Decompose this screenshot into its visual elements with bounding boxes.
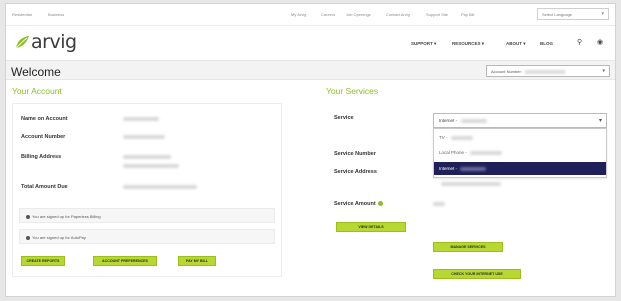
service-option-number-redacted bbox=[450, 135, 473, 140]
page-title: Welcome bbox=[11, 65, 61, 79]
total-amount-due-value-redacted bbox=[123, 185, 197, 189]
pay-my-bill-button[interactable]: PAY MY BILL bbox=[178, 256, 216, 266]
account-select-label: Account Number: bbox=[491, 69, 522, 74]
service-label: Service bbox=[334, 115, 354, 121]
service-select-value-redacted bbox=[461, 118, 488, 123]
billing-address-line1-redacted bbox=[123, 155, 171, 159]
service-option-label: Internet - bbox=[439, 166, 458, 171]
autopay-note: You are signed up for AutoPay bbox=[19, 229, 275, 244]
leaf-logo-icon bbox=[15, 36, 29, 49]
service-select-value: Internet - bbox=[439, 118, 458, 123]
billing-address-line2-redacted bbox=[123, 164, 179, 168]
service-option-label: Local Phone - bbox=[439, 150, 467, 155]
topbar-link-careers[interactable]: Careers bbox=[321, 12, 335, 17]
info-icon[interactable] bbox=[377, 201, 383, 207]
service-amount-value-redacted bbox=[433, 202, 445, 206]
nav-item-blog[interactable]: BLOG bbox=[540, 41, 553, 46]
billing-address-label: Billing Address bbox=[21, 154, 62, 160]
topbar-link-support-site[interactable]: Support Site bbox=[426, 12, 448, 17]
autopay-text: You are signed up for AutoPay bbox=[32, 235, 86, 240]
browser-page: Residential Business My Arvig Careers Jo… bbox=[5, 3, 616, 297]
total-amount-due-label: Total Amount Due bbox=[21, 184, 68, 190]
name-on-account-label: Name on Account bbox=[21, 116, 68, 122]
topbar-link-business[interactable]: Business bbox=[48, 12, 64, 17]
welcome-bar: Welcome Account Number: ▾ bbox=[6, 60, 615, 80]
paperless-billing-text: You are signed up for Paperless Billing bbox=[32, 214, 101, 219]
topbar-link-my-arvig[interactable]: My Arvig bbox=[291, 12, 306, 17]
topbar-link-residential[interactable]: Residential bbox=[12, 12, 32, 17]
service-number-label: Service Number bbox=[334, 151, 376, 157]
your-services-heading: Your Services bbox=[326, 86, 379, 96]
service-dropdown-menu: TV - Local Phone - Internet - bbox=[433, 128, 607, 178]
service-amount-label-text: Service Amount bbox=[334, 201, 376, 207]
paperless-billing-note: You are signed up for Paperless Billing bbox=[19, 208, 275, 223]
manage-services-button[interactable]: MANAGE SERVICES bbox=[433, 242, 503, 252]
nav-item-resources[interactable]: RESOURCES ▾ bbox=[452, 41, 484, 47]
logo-text: arvig bbox=[31, 31, 77, 53]
language-select-value: Select Language bbox=[542, 12, 573, 17]
topbar-link-pay-bill[interactable]: Pay Bill bbox=[461, 12, 474, 17]
account-number-value-redacted bbox=[123, 135, 165, 139]
account-number-label: Account Number bbox=[21, 134, 66, 140]
service-option-number-redacted bbox=[460, 166, 487, 171]
your-account-heading: Your Account bbox=[12, 86, 62, 96]
topbar-link-job-openings[interactable]: Job Openings bbox=[346, 12, 371, 17]
service-address-value-redacted bbox=[441, 182, 501, 186]
service-select[interactable]: Internet - ▾ bbox=[433, 113, 607, 128]
service-option-internet[interactable]: Internet - bbox=[434, 162, 606, 175]
service-option-tv[interactable]: TV - bbox=[434, 131, 606, 144]
site-header: arvig SUPPORT ▾ RESOURCES ▾ ABOUT ▾ BLOG… bbox=[6, 27, 615, 59]
info-icon bbox=[26, 214, 30, 219]
service-option-label: TV - bbox=[439, 135, 448, 140]
service-option-local-phone[interactable]: Local Phone - bbox=[434, 146, 606, 159]
utility-bar: Residential Business My Arvig Careers Jo… bbox=[6, 4, 615, 26]
chevron-down-icon: ▾ bbox=[601, 11, 604, 17]
topbar-link-contact[interactable]: Contact Arvig bbox=[386, 12, 410, 17]
chevron-down-icon: ▾ bbox=[598, 118, 602, 124]
account-preferences-button[interactable]: ACCOUNT PREFERENCES bbox=[93, 256, 157, 266]
view-details-button[interactable]: VIEW DETAILS bbox=[336, 222, 406, 232]
info-icon bbox=[26, 235, 30, 240]
service-address-label: Service Address bbox=[334, 169, 377, 175]
account-icon[interactable]: ◉ bbox=[597, 38, 603, 46]
service-amount-label: Service Amount bbox=[334, 201, 383, 207]
language-select[interactable]: Select Language ▾ bbox=[537, 8, 609, 20]
service-option-number-redacted bbox=[470, 150, 503, 155]
chevron-down-icon: ▾ bbox=[602, 68, 605, 74]
account-select-value-redacted bbox=[525, 69, 566, 74]
name-on-account-value-redacted bbox=[123, 117, 159, 121]
search-icon[interactable]: ⚲ bbox=[577, 38, 582, 46]
account-number-select[interactable]: Account Number: ▾ bbox=[486, 65, 610, 77]
create-reports-button[interactable]: CREATE REPORTS bbox=[21, 256, 65, 266]
nav-item-support[interactable]: SUPPORT ▾ bbox=[411, 41, 436, 47]
account-card: Name on Account Account Number Billing A… bbox=[12, 103, 282, 277]
check-internet-use-button[interactable]: CHECK YOUR INTERNET USE bbox=[433, 269, 521, 279]
nav-item-about[interactable]: ABOUT ▾ bbox=[506, 41, 526, 47]
